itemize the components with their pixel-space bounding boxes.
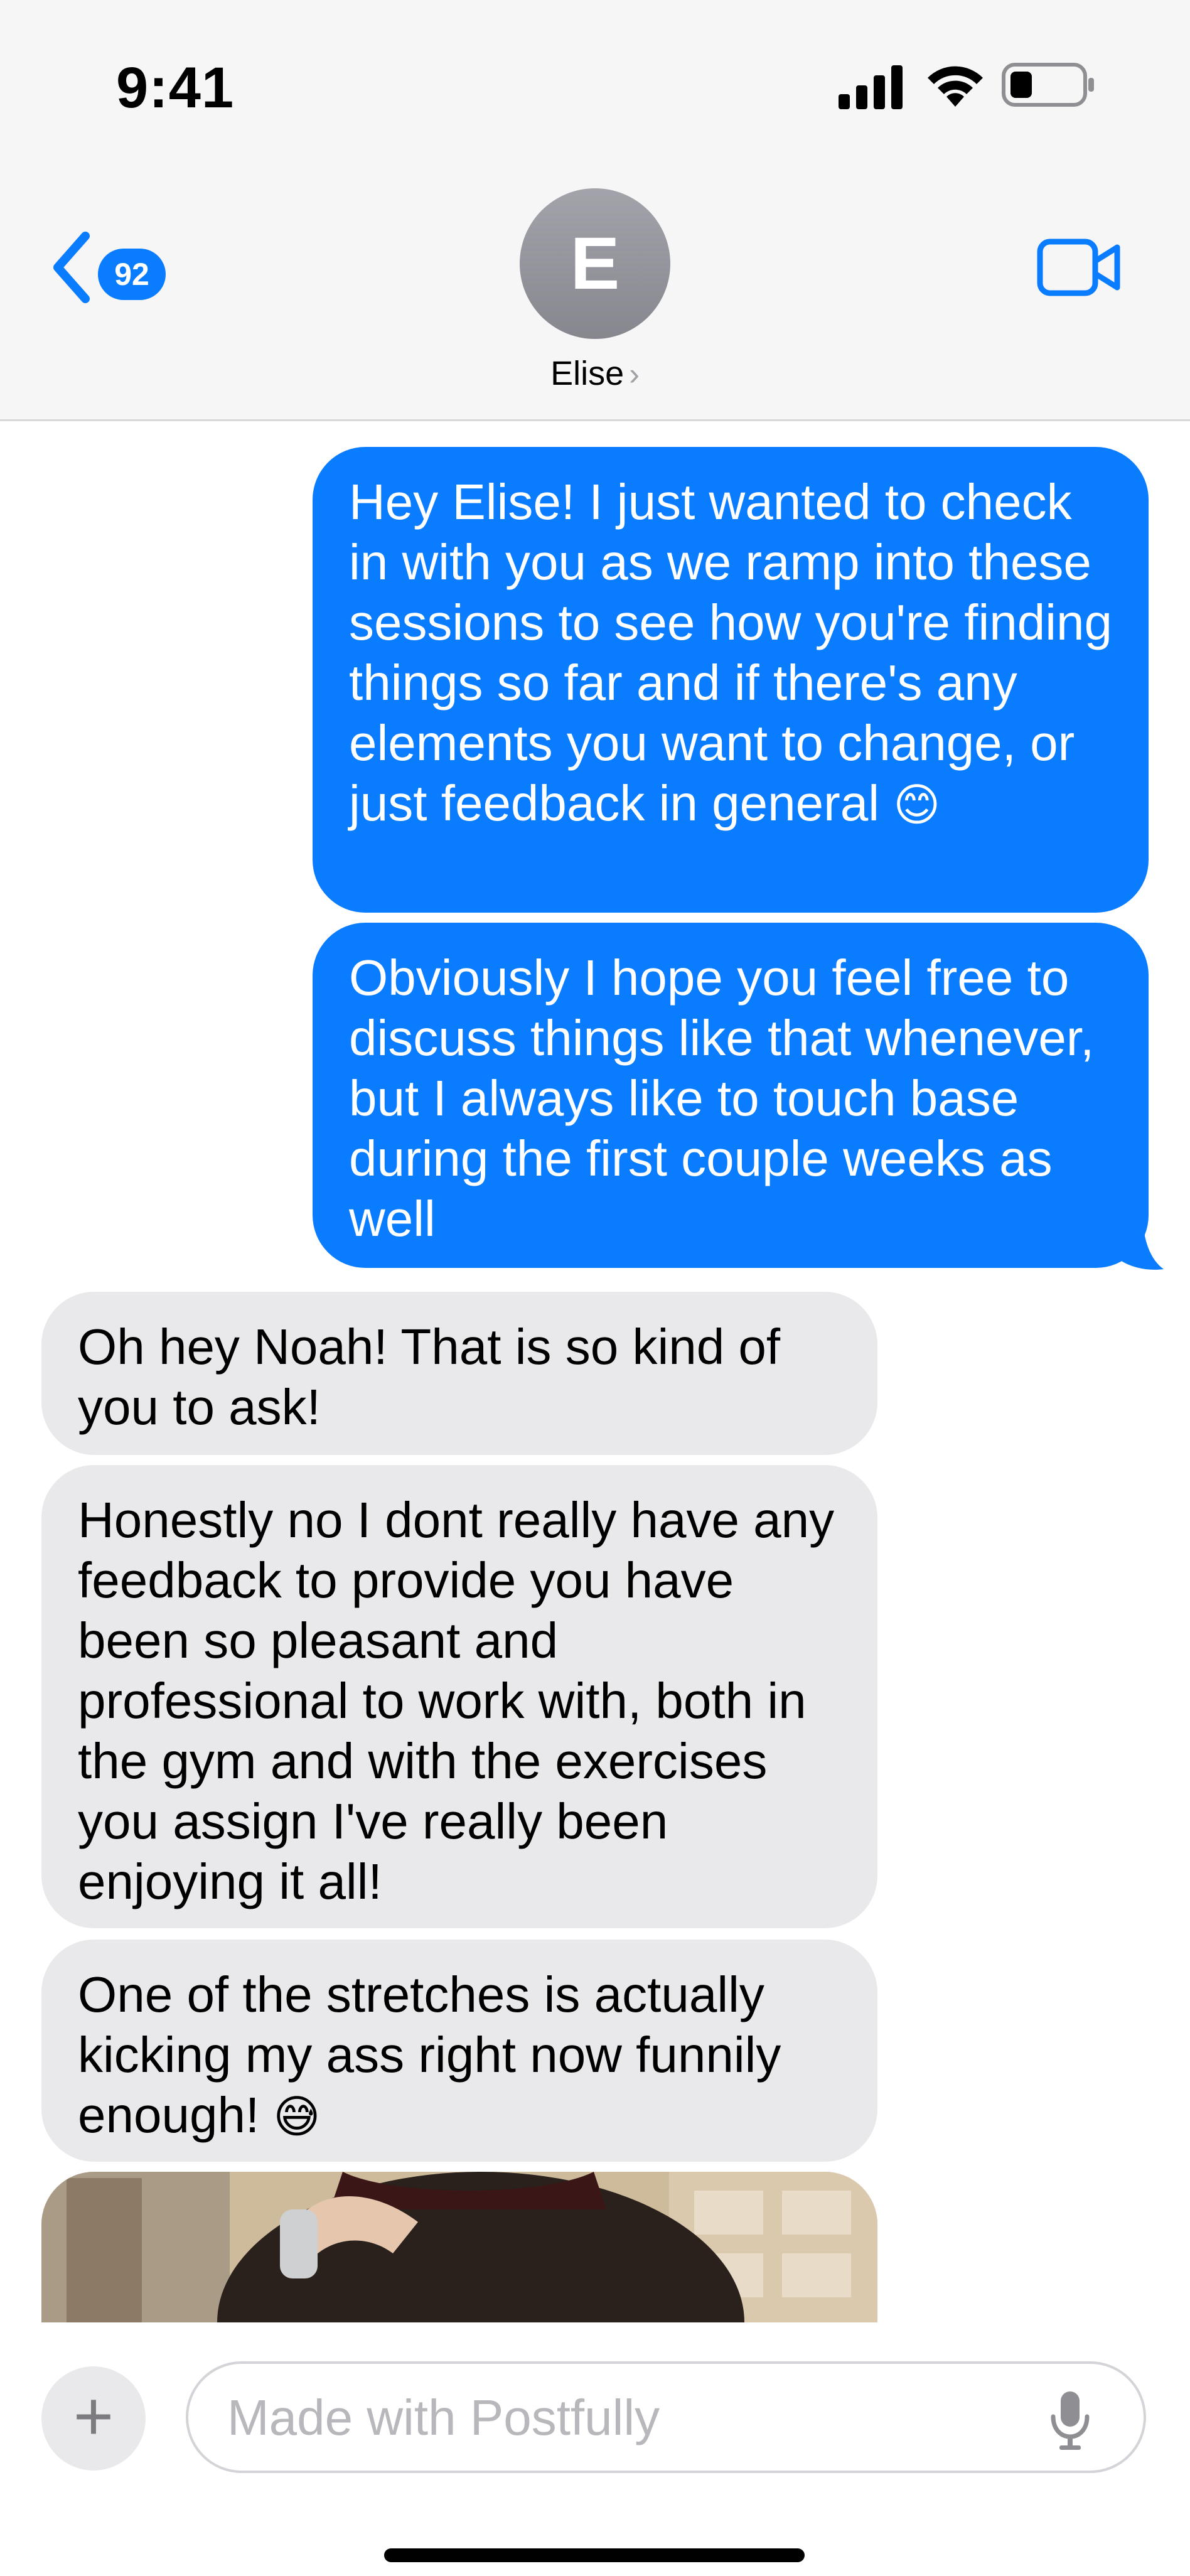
cellular-signal-icon <box>839 65 903 109</box>
home-indicator[interactable] <box>384 2548 805 2562</box>
composer-bar: + <box>0 2322 1190 2576</box>
wifi-icon <box>928 66 983 107</box>
contact-name: Elise <box>550 355 624 392</box>
message-text: Obviously I hope you feel free to discus… <box>349 950 1095 1247</box>
contact-avatar[interactable]: E <box>520 188 670 339</box>
unread-count-badge: 92 <box>98 249 166 300</box>
photo-image <box>41 2172 877 2322</box>
message-bubble-received[interactable]: Oh hey Noah! That is so kind of you to a… <box>41 1292 877 1455</box>
chevron-right-icon: › <box>629 357 640 392</box>
message-text: Oh hey Noah! That is so kind of you to a… <box>78 1319 781 1435</box>
contact-details-link[interactable]: Elise › <box>0 354 1190 393</box>
message-bubble-received[interactable]: One of the stretches is actually kicking… <box>41 1940 877 2162</box>
plus-icon[interactable]: + <box>41 2366 146 2471</box>
bubble-tail <box>1105 1215 1164 1270</box>
grinning-sweat-emoji: 😅 <box>273 2090 321 2143</box>
conversation-header: 92 E Elise › <box>0 176 1190 421</box>
message-bubble-sent[interactable]: Obviously I hope you feel free to discus… <box>313 923 1149 1268</box>
message-bubble-received[interactable]: Honestly no I dont really have any feedb… <box>41 1465 877 1928</box>
message-text: Hey Elise! I just wanted to check in wit… <box>349 474 1112 831</box>
video-camera-icon[interactable] <box>1037 239 1122 296</box>
microphone-icon[interactable] <box>1048 2389 1092 2452</box>
message-bubble-sent[interactable]: Hey Elise! I just wanted to check in wit… <box>313 447 1149 913</box>
chevron-left-icon <box>53 232 90 303</box>
photo-message[interactable] <box>41 2172 877 2322</box>
back-button[interactable]: 92 <box>49 230 174 305</box>
message-text: One of the stretches is actually kicking… <box>78 1967 781 2143</box>
smiling-face-emoji: 😊 <box>893 778 941 831</box>
status-time: 9:41 <box>116 56 235 120</box>
status-bar: 9:41 <box>0 0 1190 176</box>
battery-icon <box>1002 63 1094 107</box>
message-field[interactable] <box>186 2361 1146 2473</box>
message-text: Honestly no I dont really have any feedb… <box>78 1492 835 1909</box>
message-input[interactable] <box>226 2364 1007 2472</box>
